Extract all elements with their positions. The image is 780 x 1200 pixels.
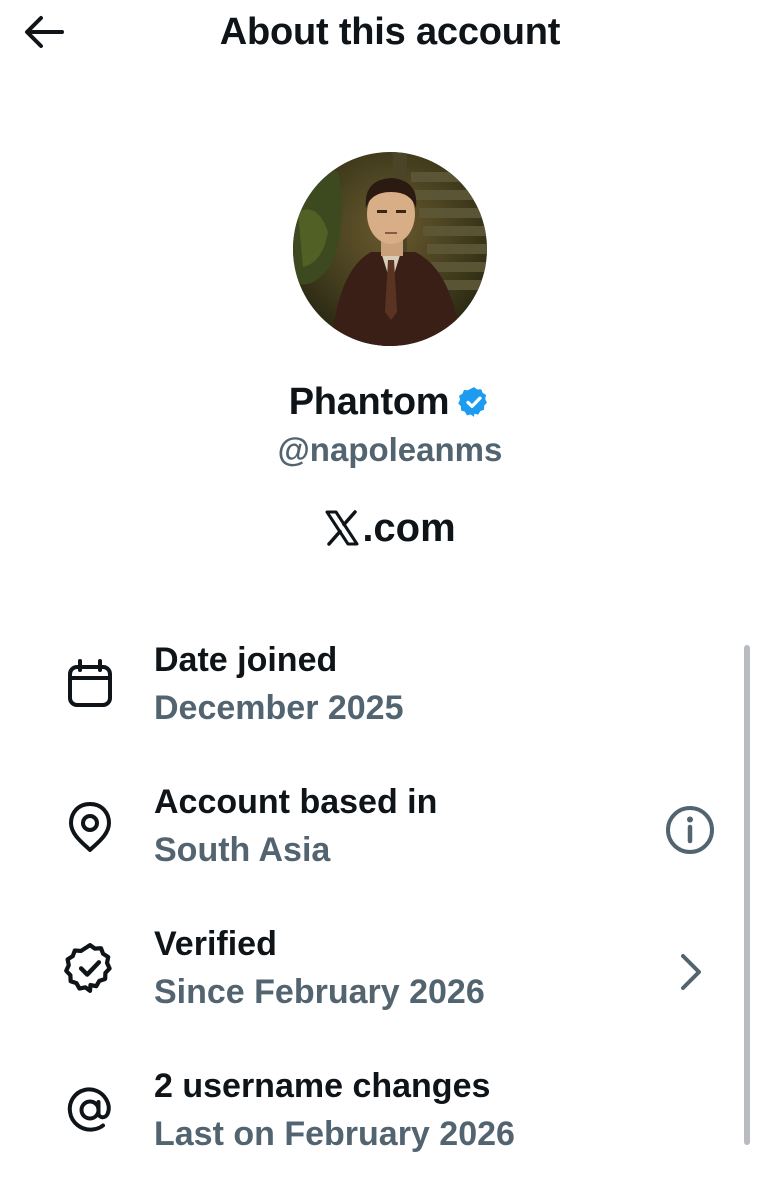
at-sign-icon xyxy=(67,1087,111,1132)
verified-value: Since February 2026 xyxy=(154,973,485,1011)
avatar[interactable] xyxy=(293,152,487,346)
info-icon[interactable] xyxy=(664,804,716,856)
verified-label: Verified xyxy=(154,925,277,963)
page-title: About this account xyxy=(219,11,561,53)
verified-badge-icon[interactable] xyxy=(457,385,491,419)
scrollbar[interactable] xyxy=(744,645,750,1145)
calendar-icon xyxy=(68,659,112,707)
header: About this account xyxy=(0,0,780,64)
location-pin-icon xyxy=(69,802,111,852)
site-label: .com xyxy=(0,502,780,554)
chevron-right-icon[interactable] xyxy=(664,946,716,998)
x-logo-icon xyxy=(325,510,359,546)
display-name: Phantom xyxy=(288,381,450,423)
username-handle: @napoleanms xyxy=(277,431,503,468)
site-domain: .com xyxy=(362,506,456,550)
list-item-date-joined: Date joined December 2025 xyxy=(0,630,780,750)
account-based-in-label: Account based in xyxy=(154,783,438,821)
list-item-username-changes: 2 username changes Last on February 2026 xyxy=(0,1056,780,1176)
username-changes-value: Last on February 2026 xyxy=(154,1115,515,1153)
about-account-page: About this account Phantom @napoleanms .… xyxy=(0,0,780,1200)
verified-outline-icon xyxy=(64,943,112,993)
date-joined-label: Date joined xyxy=(154,641,338,679)
account-based-in-value: South Asia xyxy=(154,831,331,869)
username-changes-label: 2 username changes xyxy=(154,1067,491,1105)
name-row: Phantom xyxy=(0,378,780,426)
date-joined-value: December 2025 xyxy=(154,689,404,727)
list-item-account-based-in[interactable]: Account based in South Asia xyxy=(0,772,780,892)
list-item-verified[interactable]: Verified Since February 2026 xyxy=(0,914,780,1034)
